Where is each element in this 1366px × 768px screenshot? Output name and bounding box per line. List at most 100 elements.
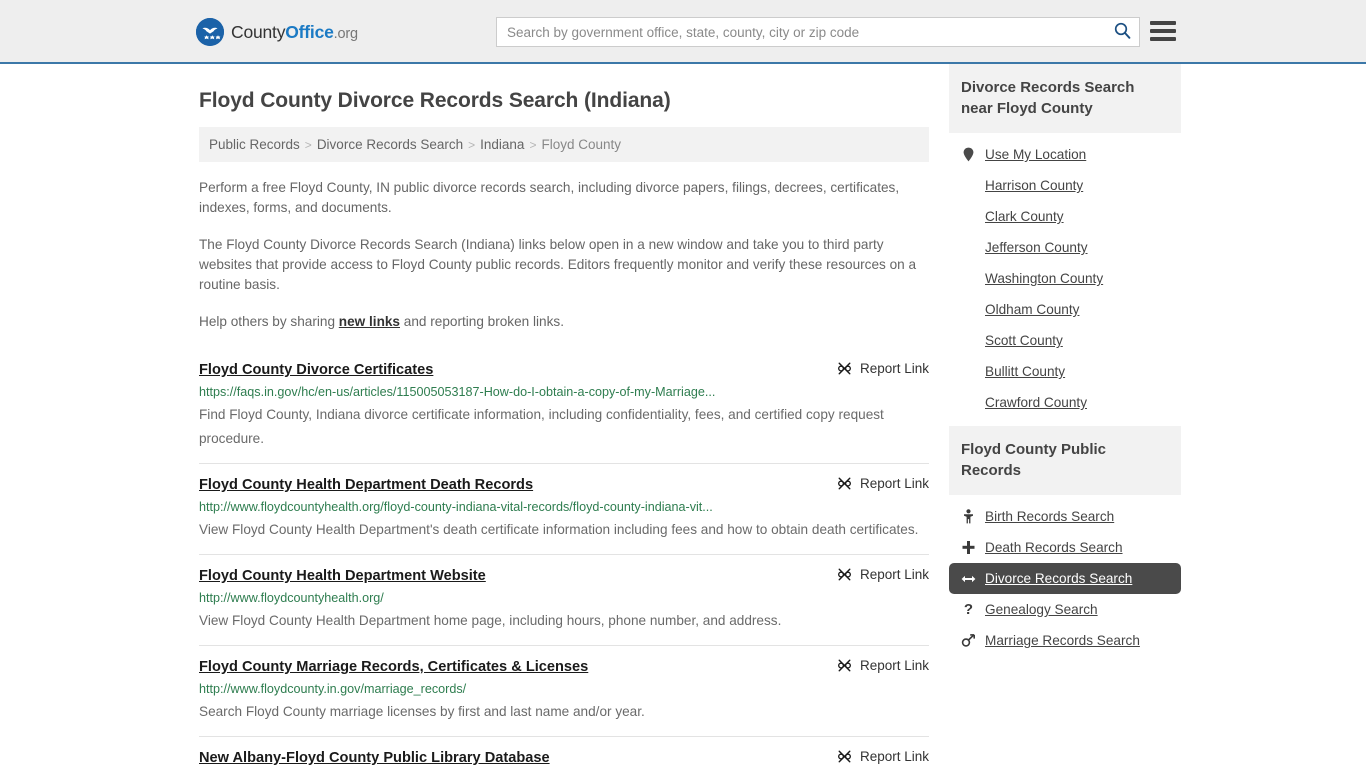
- sidebar-item-label: Harrison County: [985, 178, 1084, 193]
- report-link-button[interactable]: Report Link: [837, 360, 929, 376]
- result-header: New Albany-Floyd County Public Library D…: [199, 748, 929, 768]
- result-title-link[interactable]: Floyd County Health Department Website: [199, 566, 486, 586]
- hamburger-bar-2: [1150, 29, 1176, 33]
- result-title-link[interactable]: Floyd County Health Department Death Rec…: [199, 475, 533, 495]
- report-link-label: Report Link: [859, 749, 929, 764]
- report-link-button[interactable]: Report Link: [837, 566, 929, 582]
- broken-link-icon: [837, 658, 852, 673]
- question-mark-icon: ?: [963, 601, 974, 618]
- intro-p3-after: and reporting broken links.: [400, 314, 564, 329]
- sidebar-nearby-list: Use My Location Harrison County Clark Coun…: [949, 133, 1181, 418]
- intro-text: Perform a free Floyd County, IN public d…: [199, 178, 929, 332]
- sidebar-item-label: Divorce Records Search: [985, 571, 1133, 586]
- sidebar-item-label: Clark County: [985, 209, 1064, 224]
- intro-p3-before: Help others by sharing: [199, 314, 339, 329]
- result-description: View Floyd County Health Department home…: [199, 613, 782, 628]
- breadcrumb-separator: >: [468, 138, 476, 152]
- new-links-link[interactable]: new links: [339, 314, 400, 329]
- sidebar-item-label: Jefferson County: [985, 240, 1088, 255]
- breadcrumb-item-floyd-county: Floyd County: [541, 137, 621, 152]
- breadcrumb-item-indiana[interactable]: Indiana: [480, 137, 524, 152]
- sidebar-item-label: Scott County: [985, 333, 1063, 348]
- sidebar-item-divorce-records-search[interactable]: Divorce Records Search: [949, 563, 1181, 594]
- sidebar-item-label: Birth Records Search: [985, 509, 1115, 524]
- sidebar-item-label: Marriage Records Search: [985, 633, 1140, 648]
- result-item: Floyd County Divorce Certificates Report …: [199, 349, 929, 464]
- search-button[interactable]: [1105, 18, 1139, 46]
- sidebar-item-harrison-county[interactable]: Harrison County: [949, 170, 1181, 201]
- report-link-label: Report Link: [859, 567, 929, 582]
- sidebar-item-death-records-search[interactable]: Death Records Search: [949, 532, 1181, 563]
- sidebar-item-bullitt-county[interactable]: Bullitt County: [949, 356, 1181, 387]
- main-content: Floyd County Divorce Records Search (Ind…: [199, 64, 929, 768]
- male-female-symbol-icon: [961, 633, 976, 648]
- sidebar-item-marriage-records-search[interactable]: Marriage Records Search: [949, 625, 1181, 656]
- sidebar-item-crawford-county[interactable]: Crawford County: [949, 387, 1181, 418]
- report-link-label: Report Link: [859, 476, 929, 491]
- result-url[interactable]: https://faqs.in.gov/hc/en-us/articles/11…: [199, 384, 929, 401]
- logo-text-county: County: [231, 21, 286, 42]
- sidebar-item-label: Washington County: [985, 271, 1104, 286]
- search-results-list: Floyd County Divorce Certificates Report …: [199, 349, 929, 768]
- result-description: Find Floyd County, Indiana divorce certi…: [199, 407, 884, 446]
- logo-text-org: .org: [333, 25, 358, 42]
- breadcrumb-separator: >: [304, 138, 312, 152]
- result-title-link[interactable]: Floyd County Marriage Records, Certifica…: [199, 657, 588, 677]
- result-url[interactable]: http://www.floydcountyhealth.org/: [199, 590, 929, 607]
- sidebar-public-records-box: Floyd County Public Records Birth Record…: [949, 426, 1181, 656]
- result-title-link[interactable]: Floyd County Divorce Certificates: [199, 360, 433, 380]
- sidebar-item-genealogy-search[interactable]: ? Genealogy Search: [949, 594, 1181, 625]
- sidebar-item-washington-county[interactable]: Washington County: [949, 263, 1181, 294]
- sidebar-item-scott-county[interactable]: Scott County: [949, 325, 1181, 356]
- report-link-button[interactable]: Report Link: [837, 748, 929, 764]
- sidebar-item-label: Crawford County: [985, 395, 1087, 410]
- result-header: Floyd County Health Department Death Rec…: [199, 475, 929, 495]
- broken-link-icon: [837, 361, 852, 376]
- search-bar[interactable]: [496, 17, 1140, 47]
- breadcrumb-item-public-records[interactable]: Public Records: [209, 137, 300, 152]
- sidebar-item-label: Bullitt County: [985, 364, 1066, 379]
- report-link-label: Report Link: [859, 361, 929, 376]
- report-link-button[interactable]: Report Link: [837, 657, 929, 673]
- breadcrumb-item-divorce-records-search[interactable]: Divorce Records Search: [317, 137, 463, 152]
- result-url[interactable]: http://www.floydcountyhealth.org/floyd-c…: [199, 499, 929, 516]
- sidebar-item-label: Death Records Search: [985, 540, 1123, 555]
- result-header: Floyd County Health Department Website Re…: [199, 566, 929, 586]
- report-link-button[interactable]: Report Link: [837, 475, 929, 491]
- eagle-stars-logo-icon: [196, 18, 224, 46]
- sidebar-item-label: Use My Location: [985, 147, 1087, 162]
- sidebar-item-birth-records-search[interactable]: Birth Records Search: [949, 501, 1181, 532]
- report-link-label: Report Link: [859, 658, 929, 673]
- search-input[interactable]: [497, 18, 1105, 46]
- logo-text-office: Office: [285, 21, 334, 42]
- hamburger-bar-1: [1150, 21, 1176, 25]
- sidebar-item-label: Genealogy Search: [985, 602, 1098, 617]
- broken-link-icon: [837, 749, 852, 764]
- map-pin-icon: [961, 147, 976, 162]
- hamburger-bar-3: [1150, 37, 1176, 41]
- result-url[interactable]: http://www.floydcounty.in.gov/marriage_r…: [199, 681, 929, 698]
- left-right-arrow-icon: [961, 573, 976, 585]
- page-title: Floyd County Divorce Records Search (Ind…: [199, 89, 671, 112]
- breadcrumb-separator: >: [529, 138, 537, 152]
- sidebar-item-label: Oldham County: [985, 302, 1080, 317]
- hamburger-menu-icon[interactable]: [1150, 20, 1176, 42]
- intro-paragraph-2: The Floyd County Divorce Records Search …: [199, 237, 917, 292]
- sidebar-public-records-list: Birth Records Search Death Records Search…: [949, 495, 1181, 656]
- sidebar-nearby-box: Divorce Records Search near Floyd County…: [949, 64, 1181, 418]
- cross-icon: [961, 540, 976, 555]
- result-description: Search Floyd County marriage licenses by…: [199, 704, 645, 719]
- site-logo[interactable]: CountyOffice.org: [196, 18, 358, 46]
- logo-wordmark: CountyOffice.org: [231, 22, 358, 43]
- page-body: Floyd County Divorce Records Search (Ind…: [0, 64, 1366, 768]
- intro-paragraph-3: Help others by sharing new links and rep…: [199, 312, 929, 332]
- sidebar-item-jefferson-county[interactable]: Jefferson County: [949, 232, 1181, 263]
- sidebar-item-use-my-location[interactable]: Use My Location: [949, 139, 1181, 170]
- site-header: CountyOffice.org: [0, 0, 1366, 64]
- sidebar-item-clark-county[interactable]: Clark County: [949, 201, 1181, 232]
- result-item: Floyd County Marriage Records, Certifica…: [199, 646, 929, 737]
- result-title-link[interactable]: New Albany-Floyd County Public Library D…: [199, 748, 550, 768]
- breadcrumb: Public Records > Divorce Records Search > In…: [199, 127, 929, 162]
- sidebar: Divorce Records Search near Floyd County…: [949, 64, 1181, 768]
- sidebar-item-oldham-county[interactable]: Oldham County: [949, 294, 1181, 325]
